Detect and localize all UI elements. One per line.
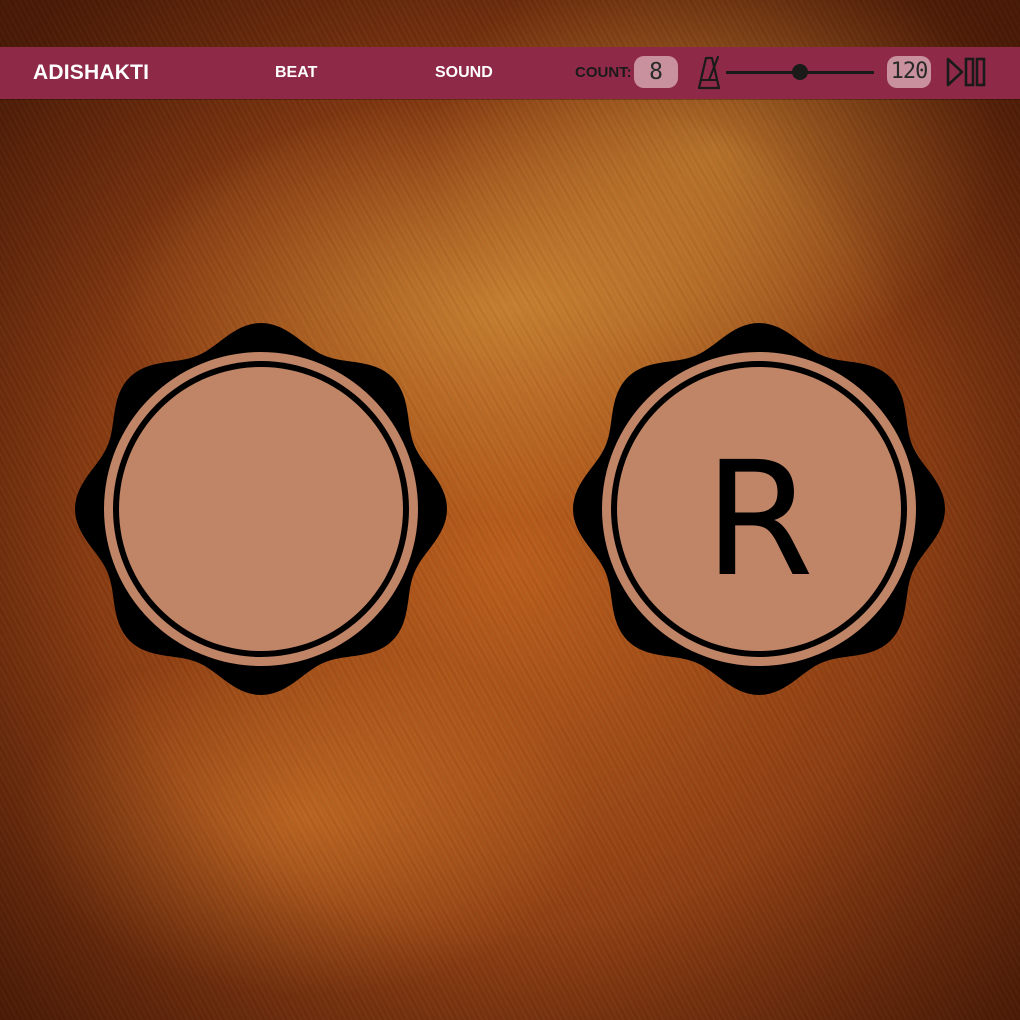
pad-face [119,367,403,651]
pad-right-label: R [704,428,814,612]
nav-sound[interactable]: SOUND [435,64,493,82]
count-display[interactable]: 8 [634,56,678,88]
drum-pad-right[interactable]: R [571,320,947,698]
drum-pad-left[interactable] [73,320,449,698]
count-label: COUNT: [575,64,632,81]
metronome-icon [697,55,721,90]
tempo-display[interactable]: 120 [887,56,931,88]
tempo-slider-thumb[interactable] [792,64,808,80]
app-title: ADISHAKTI [33,61,150,84]
play-pause-icon[interactable] [945,56,987,88]
nav-beat[interactable]: BEAT [275,64,317,82]
